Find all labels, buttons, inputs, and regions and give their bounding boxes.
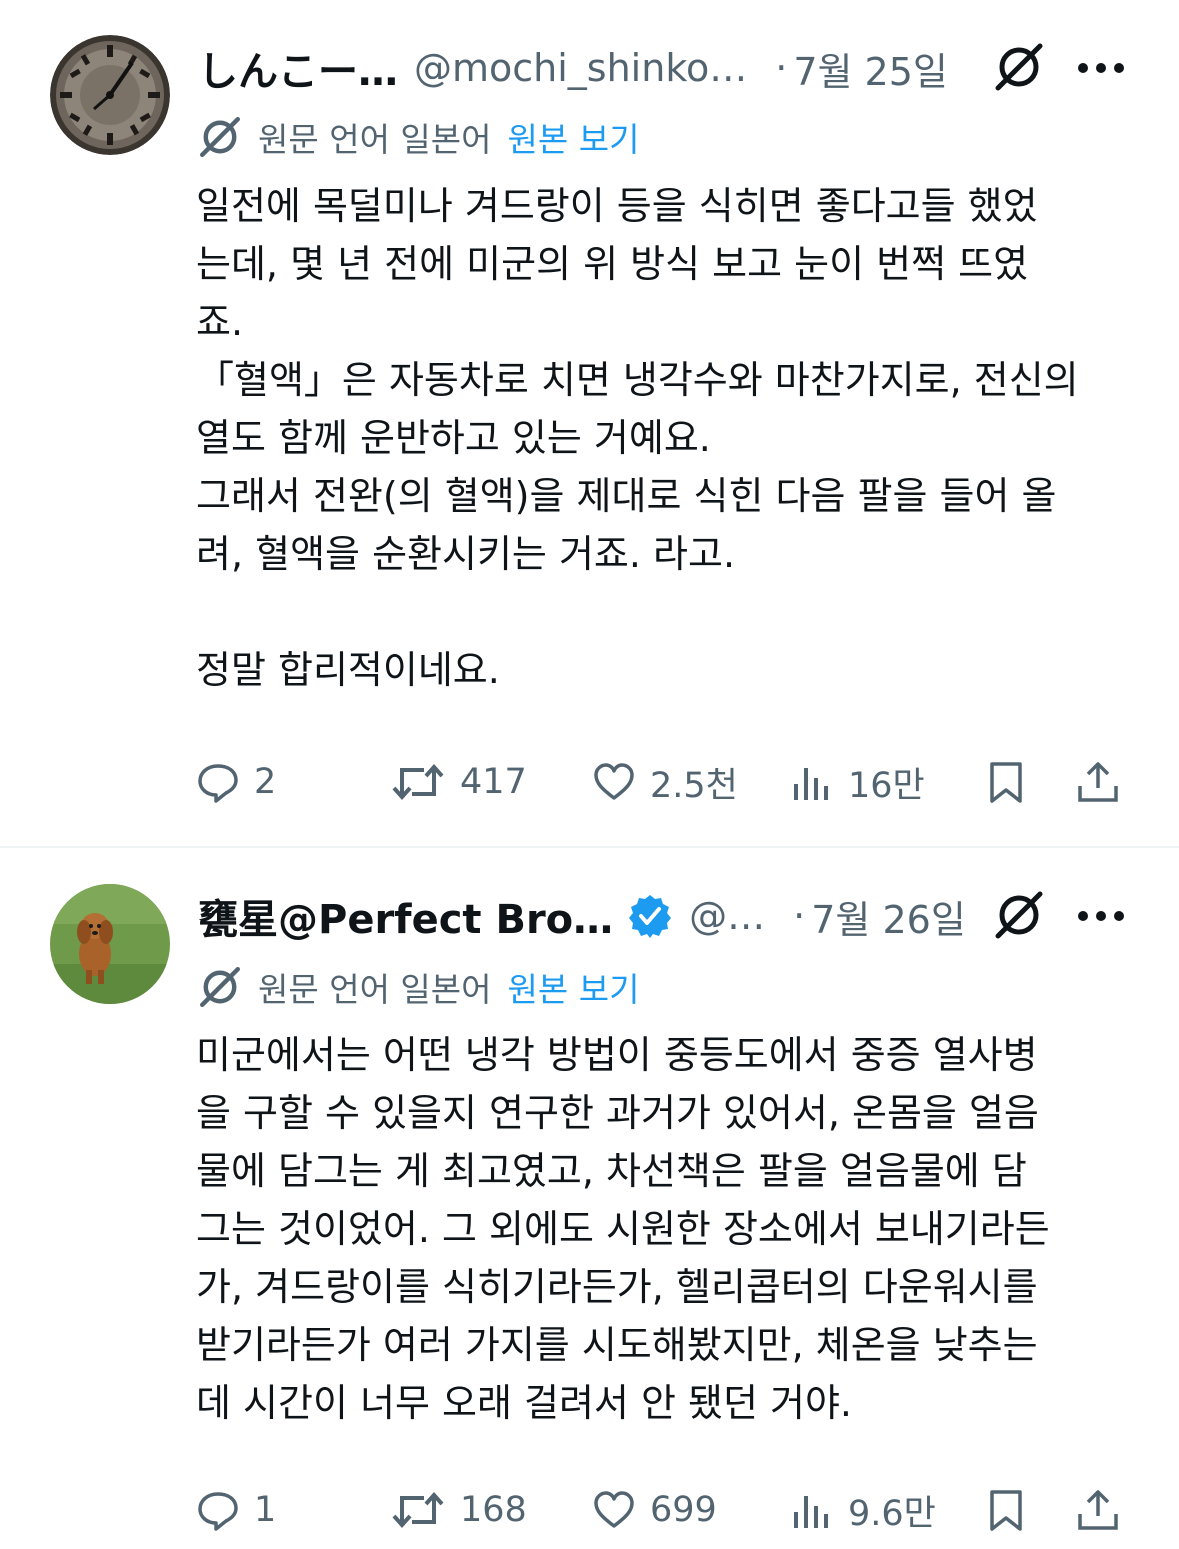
heart-icon bbox=[594, 1491, 634, 1528]
tweet-header: しんこー… @mochi_shinko… · 7월 25일 bbox=[198, 33, 948, 103]
repost-count: 417 bbox=[460, 762, 527, 802]
tweet-text: 일전에 목덜미나 겨드랑이 등을 식히면 좋다고들 했었 는데, 몇 년 전에 … bbox=[196, 184, 1079, 692]
tweet-text: 미군에서는 어떤 냉각 방법이 중등도에서 중증 열사병 을 구할 수 있을지 … bbox=[196, 1033, 1050, 1425]
tweet: しんこー… @mochi_shinko… · 7월 25일 원문 언어 일본어 … bbox=[0, 0, 1179, 846]
verified-badge-icon bbox=[629, 895, 672, 938]
grok-translate-icon bbox=[200, 967, 240, 1007]
tweet-date[interactable]: 7월 25일 bbox=[793, 41, 948, 96]
avatar[interactable] bbox=[50, 35, 170, 155]
share-button[interactable] bbox=[1076, 1480, 1120, 1540]
repost-icon bbox=[392, 763, 444, 801]
tweet-actions: 2 417 2.5천 16만 bbox=[196, 752, 1136, 812]
share-icon bbox=[1078, 762, 1118, 802]
more-options-icon[interactable] bbox=[1078, 911, 1124, 923]
heart-icon bbox=[594, 763, 634, 800]
bookmark-button[interactable] bbox=[984, 752, 1028, 812]
author-handle[interactable]: @mochi_shinko… bbox=[414, 46, 747, 90]
reply-icon bbox=[198, 1492, 238, 1531]
views-button[interactable]: 9.6만 bbox=[790, 1480, 936, 1540]
repost-count: 168 bbox=[460, 1490, 527, 1530]
like-count: 2.5천 bbox=[650, 765, 738, 806]
separator-dot: · bbox=[793, 894, 806, 938]
views-count: 16만 bbox=[848, 765, 925, 806]
avatar[interactable] bbox=[50, 884, 170, 1004]
views-icon bbox=[794, 1496, 828, 1528]
grok-translate-icon bbox=[200, 117, 240, 157]
tweet-date[interactable]: 7월 26일 bbox=[811, 889, 966, 944]
views-count: 9.6만 bbox=[848, 1493, 936, 1534]
like-count: 699 bbox=[650, 1490, 717, 1530]
translation-source-label: 원문 언어 일본어 bbox=[258, 970, 492, 1009]
show-original-link[interactable]: 원본 보기 bbox=[508, 963, 640, 1011]
author-name[interactable]: 甕星@Perfect Bro… bbox=[198, 887, 613, 945]
reply-count: 1 bbox=[254, 1490, 277, 1530]
author-handle[interactable]: @… bbox=[689, 894, 765, 938]
share-button[interactable] bbox=[1076, 752, 1120, 812]
more-options-icon[interactable] bbox=[1078, 63, 1124, 75]
tweet-header: 甕星@Perfect Bro… @… · 7월 26일 bbox=[198, 881, 966, 951]
share-icon bbox=[1078, 1490, 1118, 1530]
tweet-actions: 1 168 699 9.6만 bbox=[196, 1480, 1136, 1540]
reply-button[interactable]: 1 bbox=[196, 1480, 276, 1540]
dog-avatar-icon bbox=[50, 884, 170, 1004]
reply-icon bbox=[198, 764, 238, 803]
like-button[interactable]: 2.5천 bbox=[592, 752, 738, 812]
repost-icon bbox=[392, 1491, 444, 1529]
views-button[interactable]: 16만 bbox=[790, 752, 925, 812]
reply-count: 2 bbox=[254, 762, 277, 802]
author-name[interactable]: しんこー… bbox=[198, 39, 398, 97]
tweet: 甕星@Perfect Bro… @… · 7월 26일 원문 언어 일본어 원본… bbox=[0, 848, 1179, 1549]
repost-button[interactable]: 417 bbox=[390, 752, 527, 812]
bookmark-icon bbox=[990, 1490, 1022, 1531]
grok-icon[interactable] bbox=[992, 40, 1046, 94]
clock-avatar-icon bbox=[50, 35, 170, 155]
show-original-link[interactable]: 원본 보기 bbox=[508, 113, 640, 161]
repost-button[interactable]: 168 bbox=[390, 1480, 527, 1540]
separator-dot: · bbox=[775, 46, 788, 90]
like-button[interactable]: 699 bbox=[592, 1480, 717, 1540]
reply-button[interactable]: 2 bbox=[196, 752, 276, 812]
bookmark-icon bbox=[990, 762, 1022, 803]
translation-source-label: 원문 언어 일본어 bbox=[258, 120, 492, 159]
views-icon bbox=[794, 768, 828, 800]
translation-bar: 원문 언어 일본어 원본 보기 bbox=[196, 112, 639, 162]
grok-icon[interactable] bbox=[992, 888, 1046, 942]
bookmark-button[interactable] bbox=[984, 1480, 1028, 1540]
translation-bar: 원문 언어 일본어 원본 보기 bbox=[196, 962, 639, 1012]
